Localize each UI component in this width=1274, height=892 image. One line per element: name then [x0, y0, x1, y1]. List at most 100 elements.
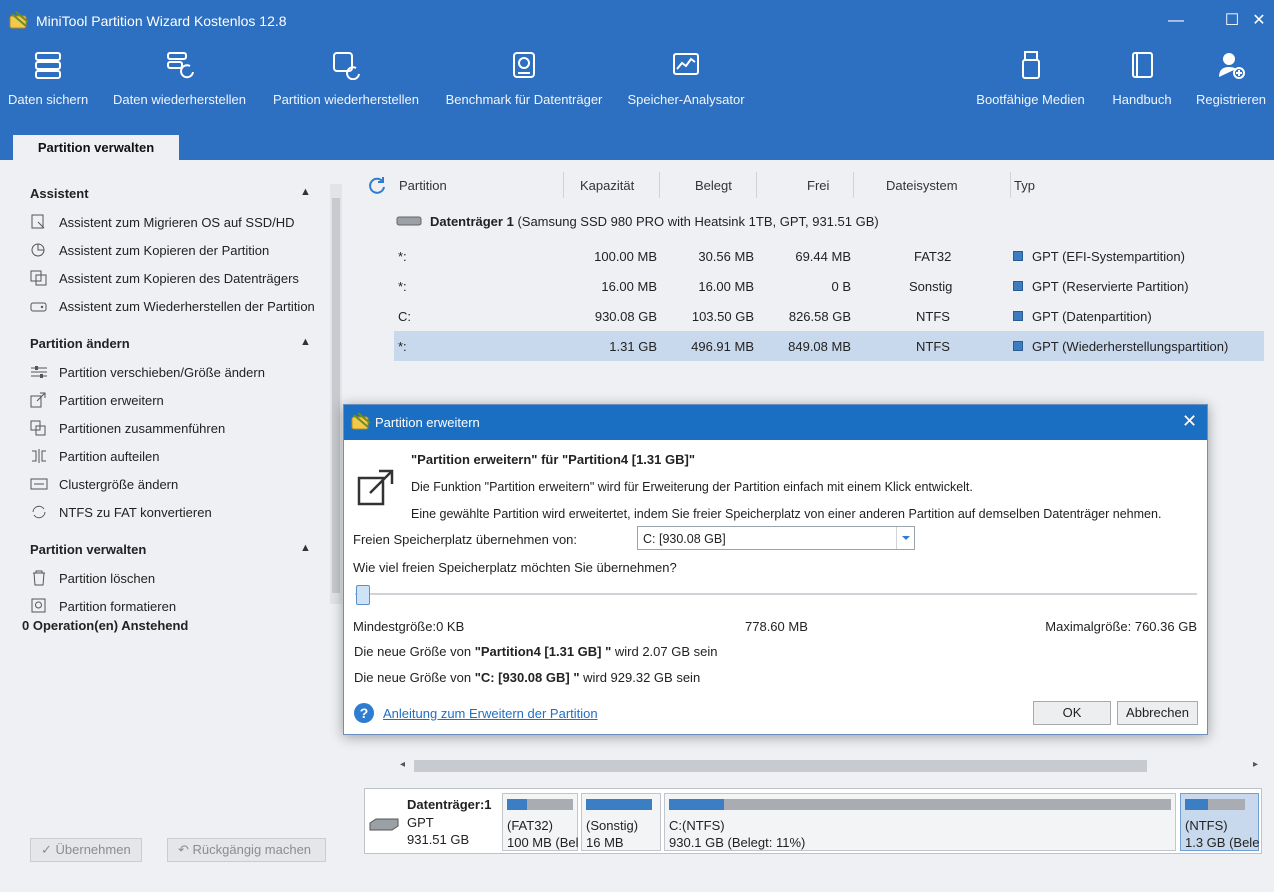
- toolbar-partition-recovery[interactable]: Partition wiederherstellen: [271, 50, 421, 120]
- scroll-left-icon[interactable]: ◂: [400, 759, 405, 770]
- column-header-free[interactable]: Frei: [807, 178, 829, 193]
- sidebar-item-cluster-size[interactable]: Clustergröße ändern: [30, 473, 178, 495]
- toolbar-disk-benchmark[interactable]: Benchmark für Datenträger: [444, 50, 604, 120]
- tab-partition-verwalten[interactable]: Partition verwalten: [13, 135, 179, 161]
- dialog-title-bar[interactable]: Partition erweitern ✕: [344, 405, 1207, 440]
- section-title-assistent[interactable]: Assistent: [30, 186, 89, 201]
- cell-capacity: 100.00 MB: [594, 249, 657, 264]
- ok-button[interactable]: OK: [1033, 701, 1111, 725]
- cancel-button[interactable]: Abbrechen: [1117, 701, 1198, 725]
- cell-used: 103.50 GB: [691, 309, 754, 324]
- partition-recovery-icon: [333, 52, 360, 80]
- chevron-down-icon[interactable]: [896, 527, 914, 549]
- space-slider-track[interactable]: [355, 593, 1197, 595]
- table-header: Partition Kapazität Belegt Frei Dateisys…: [358, 170, 1274, 200]
- space-analyzer-icon: [673, 53, 699, 75]
- maximize-button[interactable]: ☐: [1218, 8, 1246, 34]
- apply-button[interactable]: ✓ Übernehmen: [30, 838, 142, 862]
- help-icon[interactable]: ?: [354, 703, 374, 723]
- pending-operations: 0 Operation(en) Anstehend: [22, 618, 189, 633]
- new-size-partition-name: "C: [930.08 GB] ": [474, 670, 580, 685]
- column-header-filesystem[interactable]: Dateisystem: [886, 178, 958, 193]
- table-row[interactable]: *: 100.00 MB 30.56 MB 69.44 MB FAT32 GPT…: [394, 241, 1264, 271]
- partition-fs-label: (NTFS): [1185, 818, 1228, 833]
- sidebar-scrollbar[interactable]: [330, 184, 342, 604]
- space-slider-handle[interactable]: [356, 585, 370, 605]
- dialog-description: Eine gewählte Partition wird erweitertet…: [411, 507, 1162, 521]
- section-title-partition-aendern[interactable]: Partition ändern: [30, 336, 130, 351]
- sidebar-item-label: Assistent zum Wiederherstellen der Parti…: [59, 298, 315, 314]
- usage-bar-fill: [586, 799, 652, 810]
- toolbar-register[interactable]: Registrieren: [1195, 50, 1267, 120]
- collapse-caret-icon[interactable]: ▲: [300, 542, 311, 554]
- sidebar-item-label: Assistent zum Kopieren der Partition: [59, 242, 270, 258]
- take-space-from-select[interactable]: C: [930.08 GB]: [637, 526, 915, 550]
- undo-button[interactable]: ↶ Rückgängig machen: [167, 838, 326, 862]
- scrollbar-thumb[interactable]: [414, 760, 1147, 772]
- column-header-used[interactable]: Belegt: [695, 178, 732, 193]
- sidebar-item-copy-partition[interactable]: Assistent zum Kopieren der Partition: [30, 239, 269, 261]
- close-button[interactable]: ✕: [1245, 8, 1273, 34]
- app-header: MiniTool Partition Wizard Kostenlos 12.8…: [0, 0, 1274, 161]
- refresh-icon[interactable]: [368, 176, 386, 194]
- extend-partition-dialog: Partition erweitern ✕ "Partition erweite…: [343, 404, 1208, 735]
- diskmap-partition-block-selected[interactable]: (NTFS) 1.3 GB (Bele: [1180, 793, 1259, 851]
- diskmap-partition-block[interactable]: C:(NTFS) 930.1 GB (Belegt: 11%): [664, 793, 1176, 851]
- minimize-button[interactable]: —: [1162, 8, 1190, 34]
- table-row-selected[interactable]: *: 1.31 GB 496.91 MB 849.08 MB NTFS GPT …: [394, 331, 1264, 361]
- sidebar-item-restore-partition[interactable]: Assistent zum Wiederherstellen der Parti…: [30, 295, 315, 317]
- toolbar-label: Partition wiederherstellen: [273, 92, 419, 107]
- sidebar-item-move-resize[interactable]: Partition verschieben/Größe ändern: [30, 361, 265, 383]
- toolbar-bootable-media[interactable]: Bootfähige Medien: [973, 50, 1088, 120]
- diskmap-partition-block[interactable]: (FAT32) 100 MB (Bel: [502, 793, 579, 851]
- sidebar-item-migrate-os[interactable]: Assistent zum Migrieren OS auf SSD/HD: [30, 211, 295, 233]
- sidebar-item-ntfs-to-fat[interactable]: NTFS zu FAT konvertieren: [30, 501, 212, 523]
- toolbar-label: Handbuch: [1112, 92, 1172, 107]
- copy-disk-icon: [30, 270, 47, 286]
- column-divider: [563, 172, 564, 198]
- column-header-capacity[interactable]: Kapazität: [580, 178, 634, 193]
- help-link[interactable]: Anleitung zum Erweitern der Partition: [383, 706, 598, 721]
- window-title: MiniTool Partition Wizard Kostenlos 12.8: [36, 13, 287, 29]
- usage-bar-fill: [669, 799, 725, 810]
- table-row[interactable]: *: 16.00 MB 16.00 MB 0 B Sonstig GPT (Re…: [394, 271, 1264, 301]
- horizontal-scrollbar[interactable]: ◂ ▸: [398, 758, 1260, 774]
- cell-capacity: 930.08 GB: [594, 309, 657, 324]
- backup-icon: [35, 52, 61, 79]
- sidebar-item-label: Partition löschen: [59, 570, 156, 586]
- toolbar-manual[interactable]: Handbuch: [1110, 50, 1174, 120]
- cell-capacity: 1.31 GB: [609, 339, 657, 354]
- toolbar-backup[interactable]: Daten sichern: [8, 50, 88, 120]
- sidebar-item-label: Assistent zum Migrieren OS auf SSD/HD: [59, 214, 295, 230]
- table-row[interactable]: C: 930.08 GB 103.50 GB 826.58 GB NTFS GP…: [394, 301, 1264, 331]
- toolbar-space-analyzer[interactable]: Speicher-Analysator: [626, 50, 746, 120]
- disk-header-row[interactable]: Datenträger 1 (Samsung SSD 980 PRO with …: [396, 210, 879, 232]
- section-title-partition-verwalten[interactable]: Partition verwalten: [30, 542, 146, 557]
- cell-used: 30.56 MB: [698, 249, 754, 264]
- sidebar-item-label: Clustergröße ändern: [59, 476, 179, 492]
- cell-filesystem: NTFS: [916, 339, 950, 354]
- sidebar-item-format-partition[interactable]: Partition formatieren: [30, 595, 176, 617]
- sidebar-item-split-partition[interactable]: Partition aufteilen: [30, 445, 159, 467]
- collapse-caret-icon[interactable]: ▲: [300, 186, 311, 198]
- sidebar-item-label: Assistent zum Kopieren des Datenträgers: [59, 270, 299, 286]
- sidebar-item-copy-disk[interactable]: Assistent zum Kopieren des Datenträgers: [30, 267, 299, 289]
- bootable-media-icon: [1021, 51, 1040, 79]
- format-icon: [31, 598, 46, 613]
- dialog-close-icon[interactable]: ✕: [1182, 411, 1197, 432]
- disk-details: (Samsung SSD 980 PRO with Heatsink 1TB, …: [517, 213, 879, 229]
- toolbar-data-recovery[interactable]: Daten wiederherstellen: [111, 50, 248, 120]
- sidebar-item-delete-partition[interactable]: Partition löschen: [30, 567, 155, 589]
- diskmap-partition-block[interactable]: (Sonstig) 16 MB: [581, 793, 661, 851]
- new-size-suffix: wird 929.32 GB sein: [579, 670, 701, 685]
- collapse-caret-icon[interactable]: ▲: [300, 336, 311, 348]
- sidebar-item-extend-partition[interactable]: Partition erweitern: [30, 389, 164, 411]
- sidebar-item-merge-partitions[interactable]: Partitionen zusammenführen: [30, 417, 225, 439]
- column-header-type[interactable]: Typ: [1014, 178, 1035, 193]
- disk-map: Datenträger:1 GPT 931.51 GB (FAT32) 100 …: [364, 788, 1262, 854]
- column-header-partition[interactable]: Partition: [399, 178, 447, 193]
- scroll-right-icon[interactable]: ▸: [1253, 759, 1258, 770]
- scrollbar-thumb[interactable]: [332, 198, 340, 593]
- cell-filesystem: Sonstig: [909, 279, 953, 294]
- convert-icon: [32, 505, 46, 519]
